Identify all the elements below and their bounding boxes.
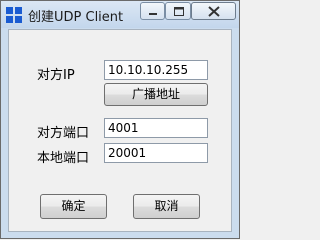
close-icon [208, 6, 220, 17]
dialog-client-area: 对方IP 10.10.10.255 广播地址 对方端口 4001 本地端口 20… [8, 29, 232, 232]
window-title: 创建UDP Client [28, 10, 124, 25]
maximize-icon [174, 7, 184, 16]
cancel-button-label: 取消 [154, 199, 179, 213]
broadcast-address-label: 广播地址 [131, 87, 180, 101]
minimize-icon [149, 13, 157, 15]
local-port-label: 本地端口 [37, 151, 90, 166]
close-button[interactable] [191, 2, 236, 20]
ok-button[interactable]: 确定 [40, 194, 107, 219]
dialog-window: 创建UDP Client 对方IP 10.10.10.255 广播地址 对方端口… [0, 0, 240, 239]
cancel-button[interactable]: 取消 [133, 194, 200, 219]
peer-port-label: 对方端口 [37, 126, 90, 141]
maximize-button[interactable] [165, 2, 191, 20]
minimize-button[interactable] [140, 2, 165, 20]
peer-ip-input[interactable]: 10.10.10.255 [104, 60, 208, 80]
ok-button-label: 确定 [61, 199, 86, 213]
windows-logo-icon [6, 7, 22, 23]
title-bar[interactable]: 创建UDP Client [1, 1, 239, 28]
broadcast-address-button[interactable]: 广播地址 [104, 83, 208, 106]
peer-ip-label: 对方IP [37, 68, 75, 83]
local-port-input[interactable]: 20001 [104, 143, 208, 163]
peer-port-input[interactable]: 4001 [104, 118, 208, 138]
